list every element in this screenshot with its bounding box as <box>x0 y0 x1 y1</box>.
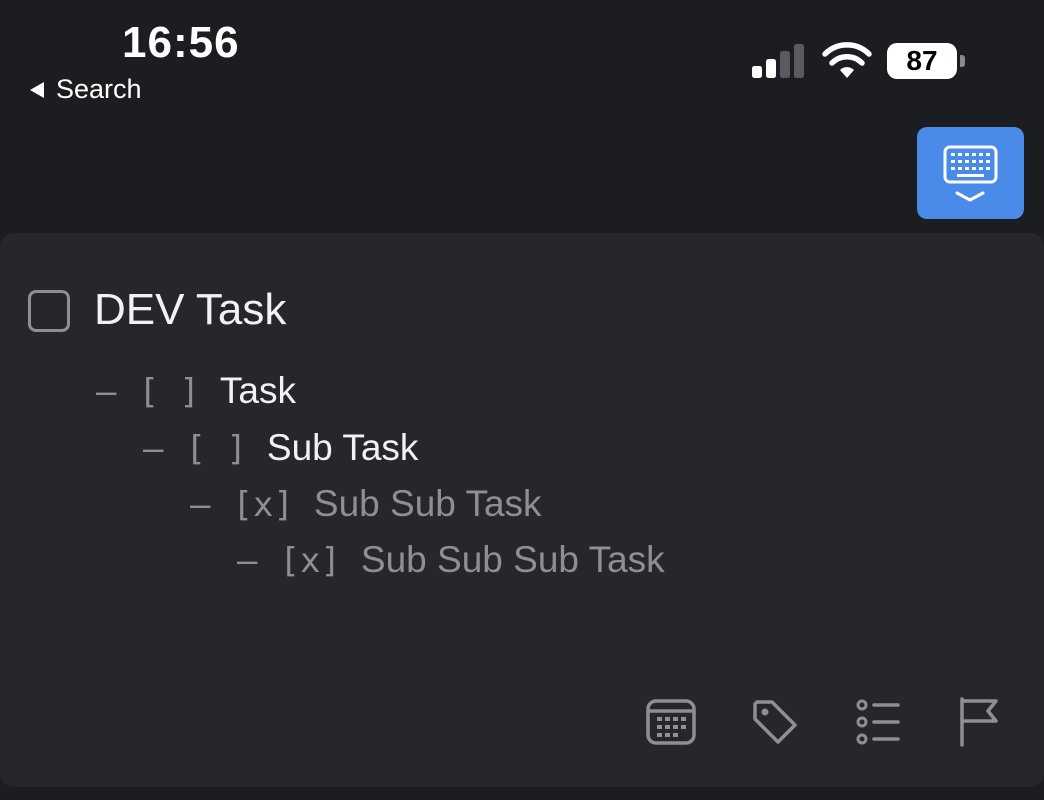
note-text: Sub Sub Sub Task <box>360 539 665 580</box>
app-screen: 16:56 Search 87 DEV Task – [] Task – [… <box>0 0 1044 800</box>
back-to-search-button[interactable]: Search <box>30 74 142 105</box>
calendar-icon[interactable] <box>644 695 698 749</box>
task-checkbox[interactable] <box>28 290 70 332</box>
battery-cap <box>960 55 965 67</box>
note-checkbox-markup: [ ] <box>138 372 200 412</box>
back-arrow-icon <box>30 81 44 98</box>
note-text: Sub Task <box>266 427 419 468</box>
task-editor-card: DEV Task – [ ] Task – [ ] Sub Task – [x]… <box>0 233 1044 787</box>
status-time: 16:56 <box>122 18 240 67</box>
battery-indicator: 87 <box>887 43 967 81</box>
note-text: Sub Sub Task <box>313 483 542 524</box>
keyboard-dismiss-icon <box>943 145 998 202</box>
dismiss-keyboard-button[interactable] <box>917 127 1024 219</box>
note-checkbox-markup: [x] <box>279 541 341 581</box>
note-text: Task <box>219 370 296 411</box>
tag-icon[interactable] <box>748 695 802 749</box>
note-checkbox-markup: [x] <box>232 485 294 525</box>
task-title[interactable]: DEV Task <box>94 285 286 335</box>
wifi-icon <box>822 42 872 78</box>
note-line[interactable]: – [ ] Sub Task <box>143 427 418 469</box>
battery-level: 87 <box>887 43 957 79</box>
back-label: Search <box>56 74 142 104</box>
note-dash: – <box>237 541 258 581</box>
cellular-signal-icon <box>752 44 804 78</box>
flag-icon[interactable] <box>954 695 1008 749</box>
note-checkbox-markup: [ ] <box>185 429 247 469</box>
note-line[interactable]: – [x] Sub Sub Sub Task <box>237 539 665 581</box>
note-dash: – <box>190 485 211 525</box>
note-dash: – <box>96 372 117 412</box>
note-line[interactable]: – [x] Sub Sub Task <box>190 483 542 525</box>
note-line[interactable]: – [ ] Task <box>96 370 296 412</box>
note-dash: – <box>143 429 164 469</box>
checklist-icon[interactable] <box>852 695 906 749</box>
